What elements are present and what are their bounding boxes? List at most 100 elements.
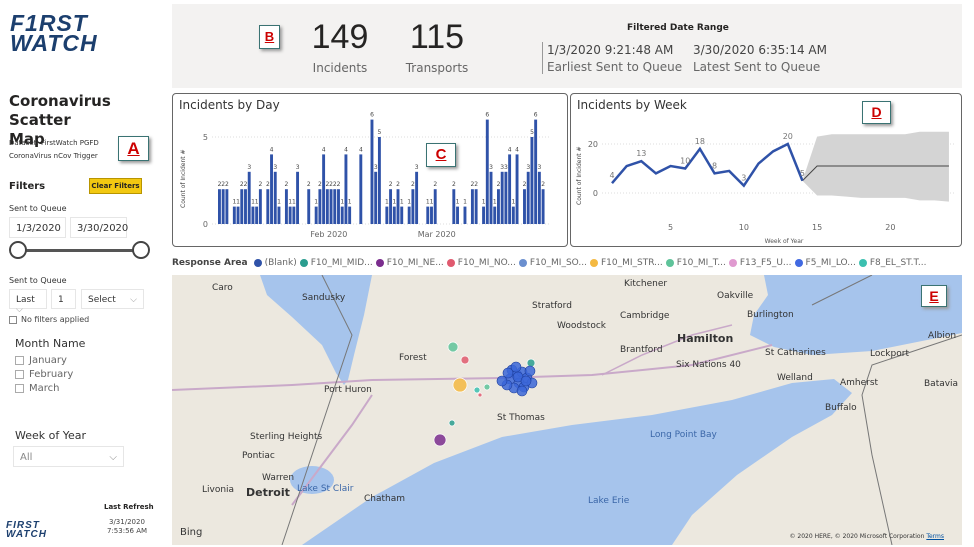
earliest-value: 1/3/2020 9:21:48 AM [547,43,674,57]
x-tick-label: 5 [668,223,673,232]
y-axis-label: Count of Incident # [576,146,583,205]
legend-item[interactable]: F10_MI_NE... [375,258,444,268]
data-label: 18 [695,137,705,146]
month-checkbox-march[interactable]: March [15,381,73,395]
data-label: 3 [741,174,746,183]
legend-item[interactable]: F10_MI_NO... [446,258,516,268]
bar [284,189,288,224]
bar-data-label: 2 [541,181,545,188]
data-label: 5 [800,169,805,178]
latest-label: Latest Sent to Queue [693,60,821,74]
dataset-line-2: CoronaVirus nCov Trigger [9,152,98,160]
map-point [447,341,459,353]
legend-dot-icon [518,259,527,267]
date-to-input[interactable]: 3/30/2020 [70,217,128,238]
bar [385,206,389,224]
bar-data-label: 2 [225,181,229,188]
bar [244,189,247,224]
legend-item[interactable]: F13_F5_U... [728,258,792,268]
bar-data-label: 1 [407,199,411,206]
legend-dot-icon [858,259,867,267]
relative-unit-value: Select [88,295,116,305]
bar [307,189,311,224]
bar [232,206,236,224]
relative-count-input[interactable]: 1 [51,289,76,309]
legend-label: F10_MI_T... [676,258,726,268]
week-of-year-value: All [20,452,33,463]
bar-data-label: 1 [482,199,486,206]
legend-item[interactable]: (Blank) [253,258,297,268]
bar-data-label: 1 [292,199,296,206]
date-range-divider [542,42,543,74]
bar [296,171,300,224]
date-slider-handle-end[interactable] [132,241,150,259]
bar [389,189,393,224]
bar [333,189,337,224]
legend-label: F8_EL_ST.T... [869,258,927,268]
bar [456,206,459,224]
bar-data-label: 5 [530,129,534,136]
bing-logo: Bing [180,527,203,538]
map-point [433,433,447,447]
bar [537,171,541,224]
bar [396,189,400,224]
y-tick-label: 5 [203,133,208,142]
response-area-legend: Response Area (Blank) F10_MI_MID... F10_MI… [172,258,926,268]
legend-label: F13_F5_U... [739,258,792,268]
annotation-badge-a: A [118,136,149,161]
legend-item[interactable]: F5_MI_LO... [794,258,856,268]
legend-item[interactable]: F10_MI_STR... [589,258,663,268]
date-slider-handle-start[interactable] [9,241,27,259]
bar-data-label: 6 [370,112,374,119]
annotation-badge-c: C [426,143,456,167]
bar [251,206,255,224]
x-tick-label: 15 [812,223,822,232]
legend-item[interactable]: F10_MI_T... [665,258,726,268]
legend-item[interactable]: F10_MI_SO... [518,258,587,268]
bar [348,206,352,224]
legend-dot-icon [728,259,737,267]
bar-data-label: 1 [511,199,515,206]
sent-to-queue-label: Sent to Queue [9,204,67,213]
bar [452,189,456,224]
bar-data-label: 4 [515,146,519,153]
relative-unit-select[interactable]: Select ⌵ [81,289,144,309]
bar-data-label: 1 [340,199,344,206]
bar [415,171,419,224]
latest-value: 3/30/2020 6:35:14 AM [693,43,827,57]
clear-filters-button[interactable]: Clear Filters [89,178,142,194]
bar [474,189,478,224]
x-tick-label: 10 [739,223,749,232]
week-of-year-select[interactable]: All ⌵ [13,446,124,467]
month-checkbox-january[interactable]: January [15,353,73,367]
month-checkbox-february[interactable]: February [15,367,73,381]
bar [374,171,378,224]
date-slider-track[interactable] [18,249,140,252]
bar-data-label: 6 [534,112,538,119]
bar [322,154,326,224]
map-point [496,375,508,387]
date-from-input[interactable]: 1/3/2020 [9,217,66,238]
incidents-value: 149 [311,18,369,56]
x-tick-label: Mar 2020 [418,230,456,239]
map-copyright: © 2020 HERE, © 2020 Microsoft Corporatio… [790,533,945,540]
filters-heading: Filters [9,181,46,192]
bar-data-label: 1 [348,199,352,206]
terms-link[interactable]: Terms [926,533,944,540]
no-filters-status: No filters applied [9,315,89,324]
legend-item[interactable]: F8_EL_ST.T... [858,258,927,268]
legend-item[interactable]: F10_MI_MID... [299,258,373,268]
bar-data-label: 3 [247,164,251,171]
scatter-map[interactable]: Caro Sandusky Kitchener Oakville Stratford Ca… [172,275,962,545]
bar-data-label: 2 [259,181,263,188]
bar-data-label: 1 [463,199,467,206]
data-label: 13 [636,149,646,158]
relative-mode-select[interactable]: Last ⌵ [9,289,47,315]
last-refresh-label: Last Refresh [104,503,154,511]
bar [534,119,538,224]
earliest-label: Earliest Sent to Queue [547,60,683,74]
legend-dot-icon [299,259,308,267]
bar-data-label: 1 [400,199,404,206]
bar-data-label: 3 [415,164,419,171]
bar [218,189,221,224]
